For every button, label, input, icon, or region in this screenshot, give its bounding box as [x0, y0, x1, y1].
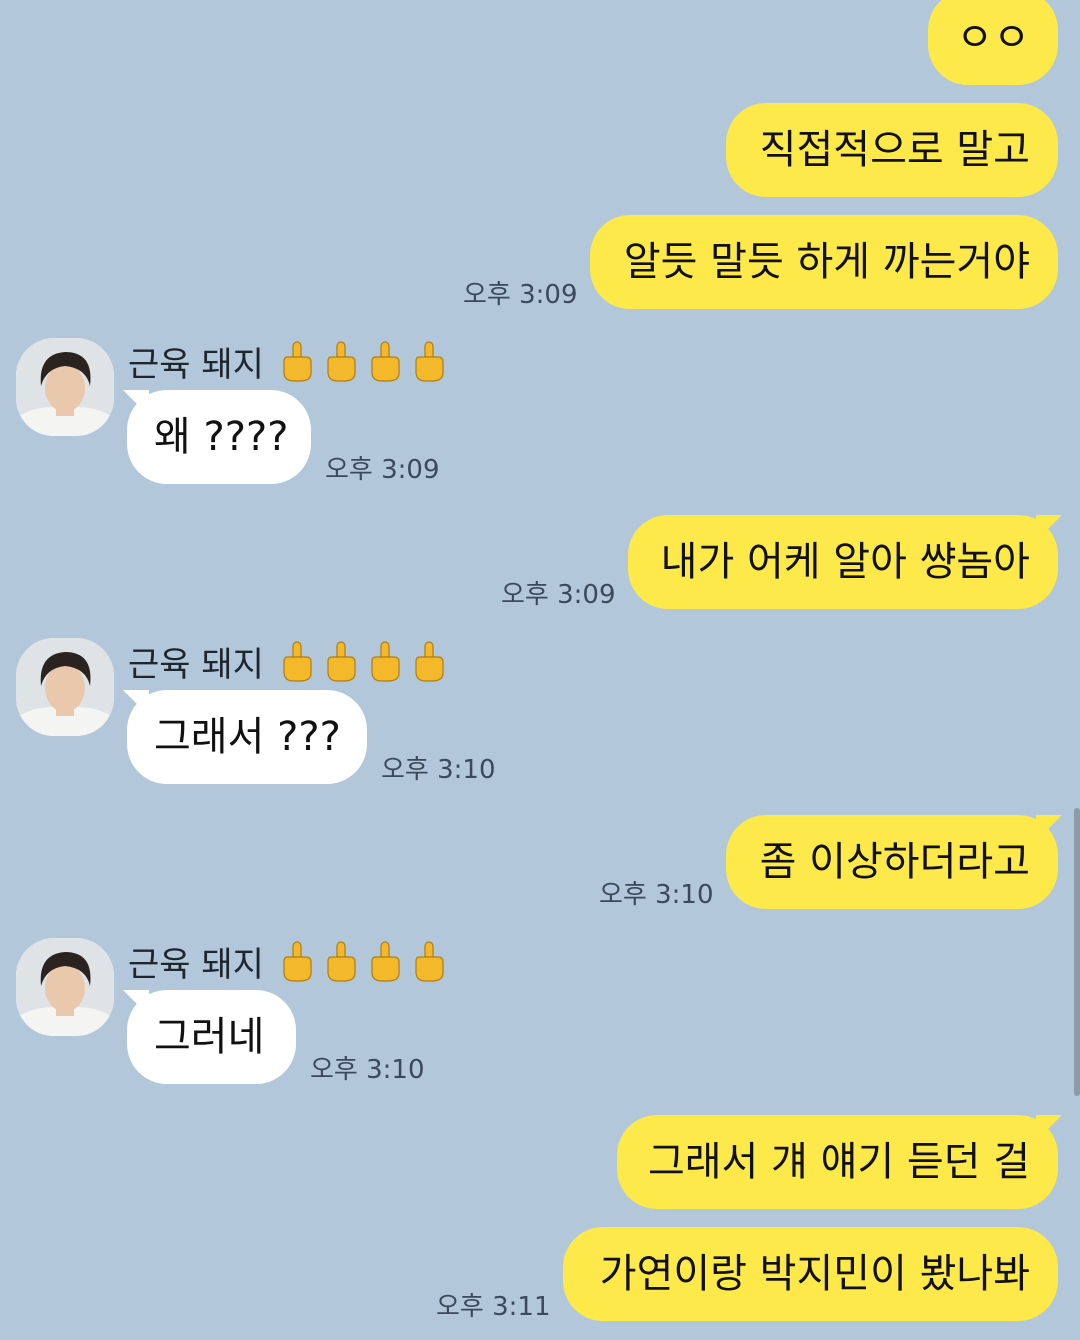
middle-finger-icon [410, 941, 448, 989]
message-text: 알듯 말듯 하게 까는거야 [623, 239, 1030, 285]
sender-name-text: 근육 돼지 [128, 945, 264, 985]
my-message-bubble[interactable]: 내가 어케 알아 썅놈아 [628, 515, 1062, 609]
sender-name-text: 근육 돼지 [128, 645, 264, 685]
my-message-bubble[interactable]: ㅇㅇ [928, 0, 1058, 85]
my-message-bubble[interactable]: 직접적으로 말고 [726, 103, 1058, 197]
avatar-photo-icon [16, 938, 114, 1036]
message-text: 그래서 ??? [154, 714, 341, 760]
sender-emoji-group [278, 641, 454, 689]
sender-emoji-group [278, 341, 454, 389]
message-text: 그러네 [154, 1014, 265, 1060]
their-message-bubble[interactable]: 그래서 ??? [123, 690, 367, 784]
message-timestamp: 오후 3:09 [325, 455, 440, 485]
middle-finger-icon [410, 341, 448, 389]
middle-finger-icon [278, 641, 316, 689]
message-timestamp: 오후 3:10 [599, 880, 714, 910]
scrollbar[interactable] [1074, 808, 1080, 1096]
my-message-bubble[interactable]: 그래서 걔 얘기 듣던 걸 [617, 1115, 1062, 1209]
message-text: 직접적으로 말고 [759, 127, 1030, 173]
message-text: 가연이랑 박지민이 봤나봐 [599, 1251, 1030, 1297]
message-timestamp: 오후 3:10 [381, 755, 496, 785]
contact-avatar[interactable] [16, 338, 114, 436]
middle-finger-icon [410, 641, 448, 689]
my-message-bubble[interactable]: 가연이랑 박지민이 봤나봐 [563, 1227, 1058, 1321]
avatar-photo-icon [16, 338, 114, 436]
contact-avatar[interactable] [16, 938, 114, 1036]
sender-name-text: 근육 돼지 [128, 345, 264, 385]
middle-finger-icon [322, 341, 360, 389]
message-timestamp: 오후 3:10 [310, 1055, 425, 1085]
middle-finger-icon [366, 941, 404, 989]
message-text: 그래서 걔 얘기 듣던 걸 [647, 1139, 1030, 1185]
contact-avatar[interactable] [16, 638, 114, 736]
middle-finger-icon [366, 641, 404, 689]
message-text: 왜 ???? [154, 414, 289, 460]
message-text: ㅇㅇ [956, 14, 1030, 61]
middle-finger-icon [278, 941, 316, 989]
message-timestamp: 오후 3:11 [436, 1292, 551, 1322]
my-message-bubble[interactable]: 좀 이상하더라고 [726, 815, 1062, 909]
middle-finger-icon [278, 341, 316, 389]
their-message-bubble[interactable]: 그러네 [123, 990, 296, 1084]
message-timestamp: 오후 3:09 [463, 280, 578, 310]
sender-emoji-group [278, 941, 454, 989]
middle-finger-icon [322, 941, 360, 989]
sender-name: 근육 돼지 [128, 341, 454, 389]
message-timestamp: 오후 3:09 [501, 580, 616, 610]
middle-finger-icon [322, 641, 360, 689]
message-text: 좀 이상하더라고 [759, 839, 1030, 885]
my-message-bubble[interactable]: 알듯 말듯 하게 까는거야 [590, 215, 1058, 309]
sender-name: 근육 돼지 [128, 641, 454, 689]
their-message-bubble[interactable]: 왜 ???? [123, 390, 311, 484]
avatar-photo-icon [16, 638, 114, 736]
sender-name: 근육 돼지 [128, 941, 454, 989]
middle-finger-icon [366, 341, 404, 389]
message-text: 내가 어케 알아 썅놈아 [660, 539, 1030, 585]
